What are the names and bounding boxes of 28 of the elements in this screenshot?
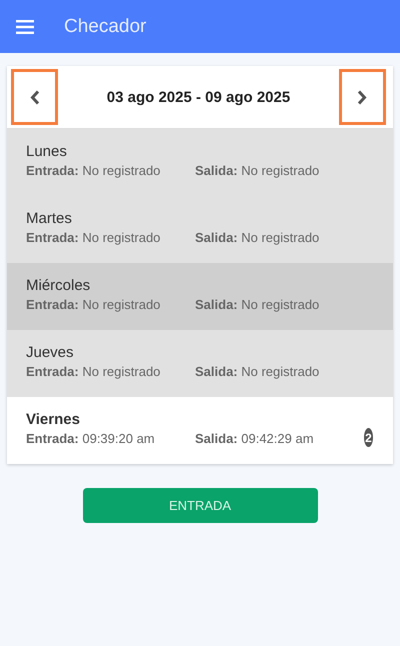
day-row[interactable]: Miércoles Entrada: No registrado Salida: No registrado	[7, 263, 393, 330]
entry-time: Entrada: No registrado	[26, 163, 162, 178]
entry-time: Entrada: No registrado	[26, 364, 162, 379]
exit-time: Salida: No registrado	[195, 297, 320, 312]
chevron-left-icon	[30, 90, 40, 104]
entry-time: Entrada: No registrado	[26, 230, 162, 245]
day-name: Lunes	[26, 143, 68, 160]
exit-time: Salida: No registrado	[195, 364, 320, 379]
date-range: 03 ago 2025 - 09 ago 2025	[106, 88, 290, 106]
day-row[interactable]: Jueves Entrada: No registrado Salida: No registrado	[7, 330, 393, 397]
exit-time: Salida: No registrado	[195, 230, 320, 245]
day-name: Viernes	[26, 411, 81, 428]
entry-time: Entrada: No registrado	[26, 297, 162, 312]
count-badge: 2	[364, 428, 373, 447]
exit-time: Salida: 09:42:29 am	[195, 431, 315, 446]
day-name: Miércoles	[26, 277, 92, 294]
exit-time: Salida: No registrado	[195, 163, 320, 178]
app-title: Checador	[64, 16, 146, 38]
day-name: Martes	[26, 210, 73, 227]
entry-time: Entrada: 09:39:20 am	[26, 431, 156, 446]
chevron-right-icon	[357, 90, 368, 104]
day-row[interactable]: Lunes Entrada: No registrado Salida: No registrado	[7, 129, 393, 196]
day-name: Jueves	[26, 344, 75, 361]
next-week-button[interactable]	[338, 69, 386, 125]
previous-week-button[interactable]	[11, 69, 58, 125]
day-row[interactable]: Viernes Entrada: 09:39:20 am Salida: 09:42:29 am 2	[7, 397, 393, 464]
day-row[interactable]: Martes Entrada: No registrado Salida: No registrado	[7, 196, 393, 263]
menu-icon[interactable]	[16, 20, 34, 34]
